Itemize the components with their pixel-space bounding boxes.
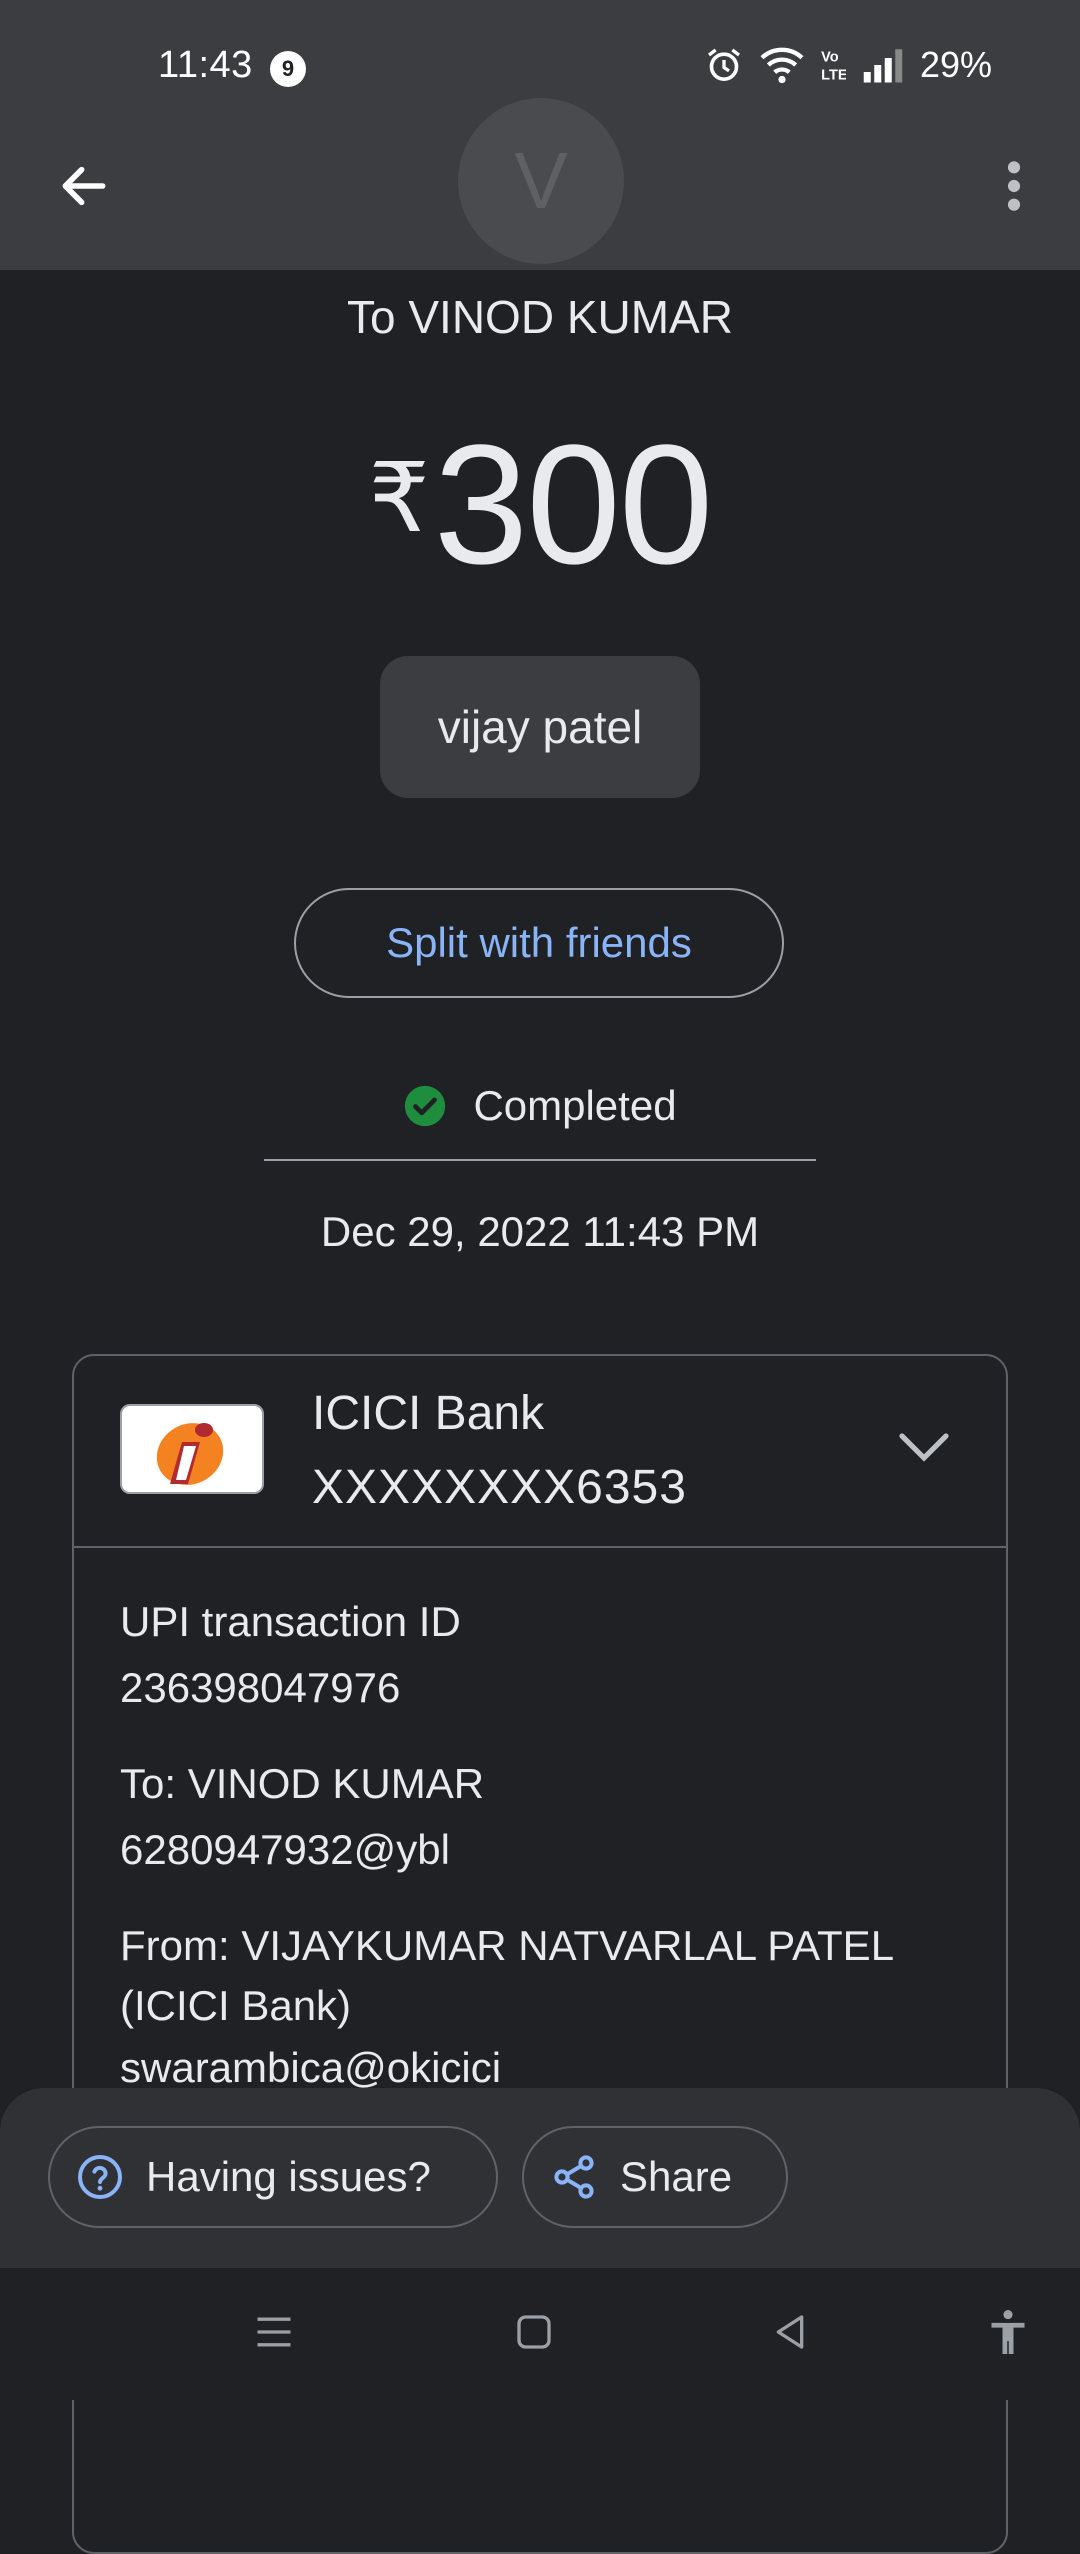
currency-symbol: ₹ xyxy=(368,445,430,552)
accessibility-button[interactable] xyxy=(978,2302,1038,2362)
icici-bank-logo xyxy=(120,1404,264,1494)
payment-note: vijay patel xyxy=(380,656,700,798)
signal-icon xyxy=(863,49,903,83)
back-arrow-icon xyxy=(62,166,106,206)
status-label: Completed xyxy=(473,1082,677,1129)
upi-transaction-id-label: UPI transaction ID xyxy=(120,1598,461,1645)
status-divider xyxy=(264,1159,816,1161)
chevron-down-icon xyxy=(899,1433,949,1462)
check-circle-icon xyxy=(405,1085,446,1127)
share-button[interactable]: Share xyxy=(522,2126,788,2228)
nav-back-button[interactable] xyxy=(760,2302,820,2362)
having-issues-button[interactable]: Having issues? xyxy=(48,2126,498,2228)
wifi-icon xyxy=(760,47,804,84)
notification-count-badge: 9 xyxy=(270,51,306,87)
help-icon xyxy=(78,2155,122,2199)
split-with-friends-button[interactable]: Split with friends xyxy=(294,888,784,998)
bank-name: ICICI Bank xyxy=(312,1387,545,1440)
avatar: V xyxy=(458,98,624,264)
back-button[interactable] xyxy=(48,150,120,222)
back-triangle-icon xyxy=(776,2315,804,2349)
alarm-icon xyxy=(707,48,740,81)
share-label: Share xyxy=(620,2153,733,2200)
svg-text:LTE: LTE xyxy=(821,68,846,84)
status-time: 11:43 xyxy=(158,44,253,86)
svg-text:Vo: Vo xyxy=(821,49,839,65)
from-label: From: VIJAYKUMAR NATVARLAL PATEL xyxy=(120,1922,895,1969)
home-button[interactable] xyxy=(504,2302,564,2362)
transaction-datetime: Dec 29, 2022 11:43 PM xyxy=(320,1208,760,1255)
card-divider xyxy=(74,1546,1006,1548)
menu-icon xyxy=(257,2317,291,2347)
amount-value: 300 xyxy=(433,410,714,600)
battery-percent: 29% xyxy=(919,44,992,85)
recipient-title: To VINOD KUMAR xyxy=(347,291,733,343)
more-vert-icon xyxy=(1007,161,1021,211)
having-issues-label: Having issues? xyxy=(146,2153,431,2200)
expand-bank-details-button[interactable] xyxy=(884,1418,964,1478)
to-upi-id[interactable]: 6280947932@ybl xyxy=(120,1826,450,1874)
payment-status: Completed xyxy=(0,1082,1080,1130)
payment-amount: ₹ 300 xyxy=(0,420,1080,590)
to-label: To: VINOD KUMAR xyxy=(120,1760,485,1807)
status-icons: Vo LTE 29% xyxy=(704,44,992,86)
accessibility-icon xyxy=(991,2310,1025,2354)
volte-icon: Vo LTE xyxy=(821,49,846,84)
share-icon xyxy=(554,2155,594,2199)
from-upi-id[interactable]: swarambica@okicici xyxy=(120,2044,501,2092)
recents-button[interactable] xyxy=(244,2302,304,2362)
upi-transaction-id-value[interactable]: 236398047976 xyxy=(120,1664,400,1712)
more-options-button[interactable] xyxy=(978,150,1050,222)
home-square-icon xyxy=(517,2315,551,2349)
from-bank-label: (ICICI Bank) xyxy=(120,1982,352,2029)
bank-account-number: XXXXXXXX6353 xyxy=(312,1461,687,1514)
